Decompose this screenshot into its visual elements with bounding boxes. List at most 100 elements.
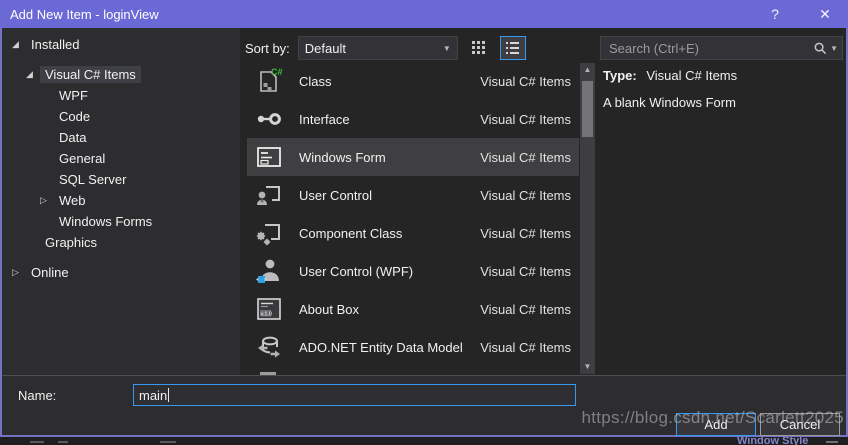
- expander-collapsed-icon[interactable]: ▷: [12, 267, 26, 278]
- item-category: Visual C# Items: [480, 301, 571, 317]
- tree-item-label: Installed: [31, 37, 80, 52]
- interface-icon: [253, 103, 285, 135]
- item-description: A blank Windows Form: [603, 95, 736, 110]
- scroll-down-icon[interactable]: ▼: [584, 360, 592, 374]
- windows-form-icon: [253, 141, 285, 173]
- toolbar: Sort by: Default ▼: [245, 35, 526, 61]
- tree-item-wpf[interactable]: WPF: [4, 85, 240, 106]
- item-category: Visual C# Items: [480, 339, 571, 355]
- tree-item-data[interactable]: Data: [4, 127, 240, 148]
- tree-item-label: Data: [59, 130, 87, 145]
- tree-item-code[interactable]: Code: [4, 106, 240, 127]
- tree-item-label: Code: [59, 109, 91, 124]
- list-item-item[interactable]: [247, 366, 579, 375]
- name-input-value: main: [139, 387, 168, 403]
- clipped-properties-text: Window Style: [737, 437, 809, 445]
- tree-item-label: SQL Server: [59, 172, 127, 187]
- dialog-body: ◢ Installed ◢ Visual C# Items WPF Code Data Gen…: [0, 28, 848, 437]
- tree-item-general[interactable]: General: [4, 148, 240, 169]
- dialog-title: Add New Item - loginView: [10, 6, 159, 22]
- sort-by-dropdown[interactable]: Default ▼: [297, 36, 458, 60]
- list-item-user-control[interactable]: User Control Visual C# Items: [247, 176, 579, 214]
- expander-expanded-icon[interactable]: ◢: [26, 69, 40, 80]
- cancel-button[interactable]: Cancel: [760, 413, 840, 436]
- item-label: Class: [299, 73, 332, 89]
- search-input[interactable]: [609, 40, 814, 56]
- item-category: Visual C# Items: [480, 187, 571, 203]
- item-category: Visual C# Items: [480, 73, 571, 89]
- list-item-about-box[interactable]: v.1.0 About Box Visual C# Items: [247, 290, 579, 328]
- item-label: User Control (WPF): [299, 263, 414, 279]
- tree-item-label: Graphics: [45, 235, 98, 250]
- tree-item-online[interactable]: ▷ Online: [4, 262, 240, 283]
- chevron-down-icon: ▼: [442, 43, 451, 53]
- item-category: Visual C# Items: [480, 111, 571, 127]
- name-input[interactable]: main: [133, 384, 576, 406]
- scrollbar-thumb[interactable]: [582, 81, 593, 137]
- list-item-ado-net-entity-data-model[interactable]: ADO.NET Entity Data Model Visual C# Items: [247, 328, 579, 366]
- search-icon[interactable]: [813, 41, 828, 56]
- strip-fragment: [160, 441, 176, 443]
- list-item-component-class[interactable]: Component Class Visual C# Items: [247, 214, 579, 252]
- text-caret: [168, 388, 170, 402]
- tree-item-graphics[interactable]: Graphics: [4, 232, 240, 253]
- list-view-button[interactable]: [499, 36, 526, 60]
- tree-item-web[interactable]: ▷ Web: [4, 190, 240, 211]
- close-icon[interactable]: ✕: [808, 0, 842, 28]
- tree-item-label: Web: [59, 193, 86, 208]
- item-info-panel: Type: Visual C# Items A blank Windows Fo…: [603, 68, 843, 110]
- tree-item-label: Online: [31, 265, 69, 280]
- scroll-up-icon[interactable]: ▲: [584, 63, 592, 77]
- tree-item-label: General: [59, 151, 106, 166]
- about-box-icon: v.1.0: [253, 293, 285, 325]
- list-scrollbar[interactable]: ▲ ▼: [580, 63, 595, 374]
- tree-item-label: WPF: [59, 88, 88, 103]
- name-label: Name:: [18, 388, 57, 403]
- svg-text:C#: C#: [271, 67, 283, 77]
- type-label: Type:: [603, 68, 637, 83]
- item-label: Interface: [299, 111, 350, 127]
- item-label: ADO.NET Entity Data Model: [299, 339, 463, 355]
- item-label: User Control: [299, 187, 372, 203]
- user-control-wpf-icon: [253, 255, 285, 287]
- ide-bottom-strip: Window Style: [0, 437, 848, 445]
- list-item-class[interactable]: C# Class Visual C# Items: [247, 62, 579, 100]
- tree-item-label: Windows Forms: [59, 214, 153, 229]
- footer: Name: main Add Cancel: [2, 375, 846, 436]
- scrollbar-track[interactable]: [580, 77, 595, 374]
- list-item-windows-form[interactable]: Windows Form Visual C# Items: [247, 138, 579, 176]
- svg-text:v.1.0: v.1.0: [261, 311, 272, 317]
- item-label: Component Class: [299, 225, 403, 241]
- class-icon: C#: [253, 65, 285, 97]
- grid-view-icon: [471, 41, 485, 54]
- tree-item-visual-c-items[interactable]: ◢ Visual C# Items: [4, 64, 240, 85]
- search-options-chevron-icon[interactable]: ▼: [830, 44, 838, 53]
- strip-fragment: [30, 441, 44, 443]
- medium-icons-view-button[interactable]: [466, 36, 492, 60]
- titlebar: Add New Item - loginView ? ✕: [0, 0, 848, 28]
- item-label: About Box: [299, 301, 359, 317]
- component-class-icon: [253, 217, 285, 249]
- sort-by-value: Default: [304, 40, 346, 56]
- item-label: Windows Form: [299, 149, 386, 165]
- strip-fragment: [826, 441, 838, 443]
- expander-collapsed-icon[interactable]: ▷: [40, 195, 54, 206]
- add-button[interactable]: Add: [676, 413, 756, 436]
- list-item-interface[interactable]: Interface Visual C# Items: [247, 100, 579, 138]
- tree-item-installed[interactable]: ◢ Installed: [4, 34, 240, 55]
- tree-item-sql-server[interactable]: SQL Server: [4, 169, 240, 190]
- item-category: Visual C# Items: [480, 149, 571, 165]
- item-category: Visual C# Items: [480, 225, 571, 241]
- help-icon[interactable]: ?: [758, 0, 792, 28]
- category-tree: ◢ Installed ◢ Visual C# Items WPF Code Data Gen…: [4, 32, 240, 375]
- type-value: Visual C# Items: [646, 68, 738, 83]
- sort-by-label: Sort by:: [245, 40, 290, 56]
- list-item-user-control-wpf[interactable]: User Control (WPF) Visual C# Items: [247, 252, 579, 290]
- item-category: Visual C# Items: [480, 263, 571, 279]
- template-list: C# Class Visual C# Items Interface Visual C#…: [247, 62, 579, 375]
- tree-item-windows-forms[interactable]: Windows Forms: [4, 211, 240, 232]
- tree-item-label: Visual C# Items: [40, 66, 141, 83]
- ado-net-entity-icon: [253, 331, 285, 363]
- add-new-item-dialog: Add New Item - loginView ? ✕ ◢ Installed ◢…: [0, 0, 848, 445]
- expander-expanded-icon[interactable]: ◢: [12, 39, 26, 50]
